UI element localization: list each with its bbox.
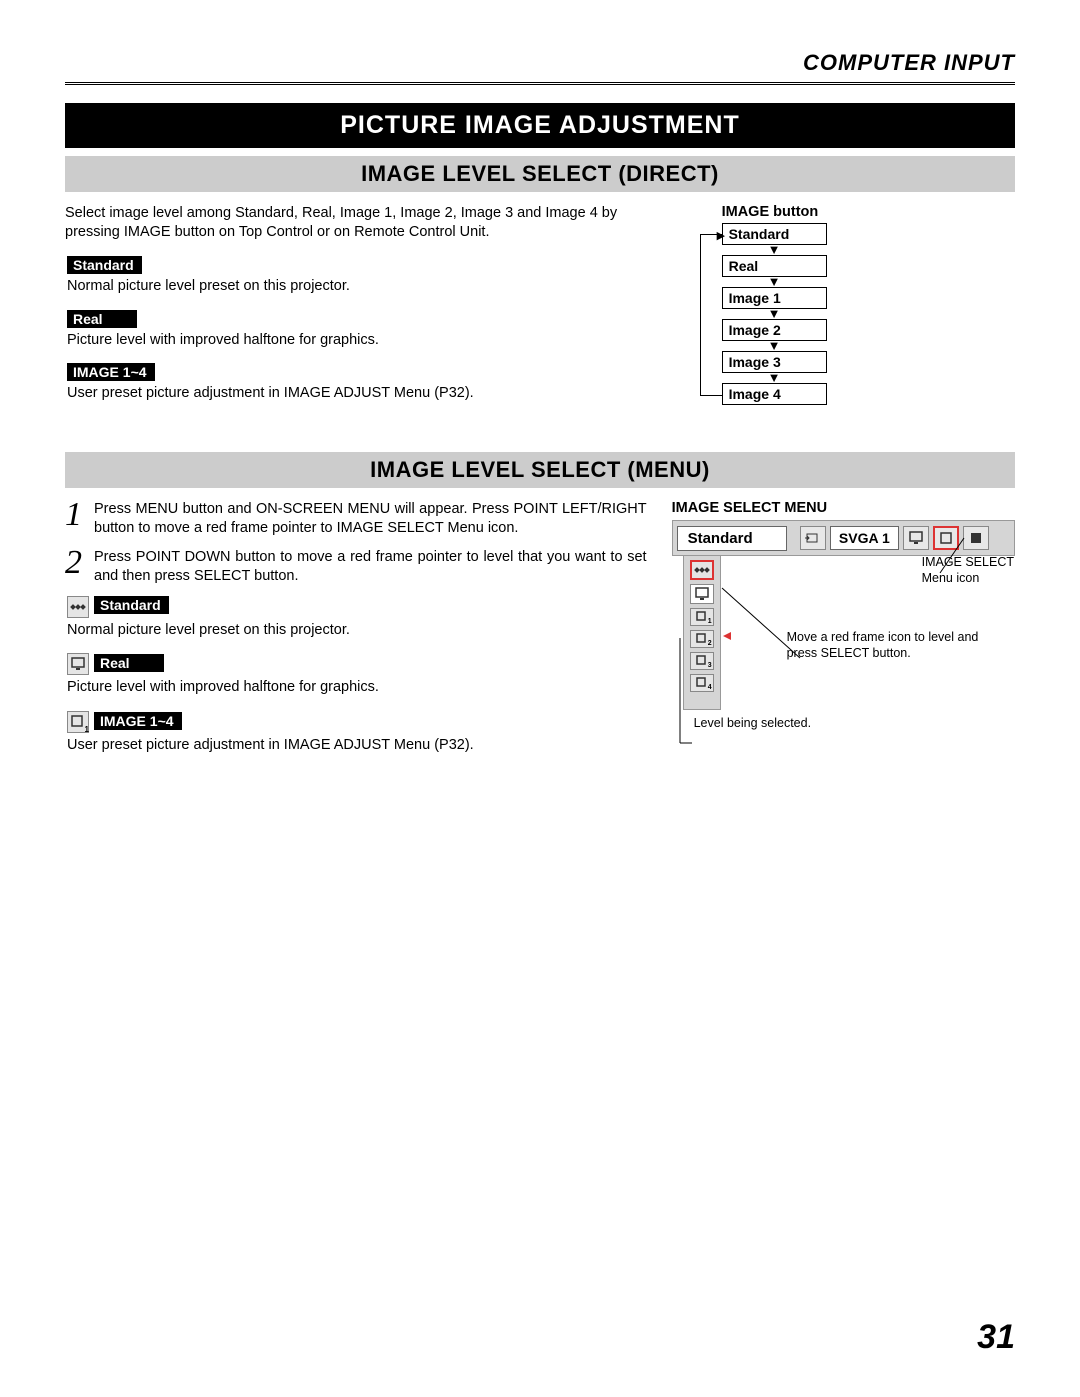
step-2: 2 Press POINT DOWN button to move a red … — [65, 548, 647, 586]
input-icon — [800, 526, 826, 550]
flow-box-image4: Image 4 — [722, 383, 827, 405]
menu-item-standard: Standard Normal picture level preset on … — [67, 596, 647, 640]
settings-menu-icon — [963, 526, 989, 550]
subtitle-menu: IMAGE LEVEL SELECT (MENU) — [65, 452, 1015, 488]
flow-arrow-icon: ▼ — [722, 373, 827, 383]
flow-arrow-icon: ▼ — [722, 309, 827, 319]
page-title: PICTURE IMAGE ADJUSTMENT — [65, 103, 1015, 148]
osd-menu-bar: Standard SVGA 1 — [672, 520, 1015, 556]
diamond-cluster-icon — [67, 596, 89, 618]
level-image2-icon: 2 — [690, 630, 714, 648]
image-select-menu-title: IMAGE SELECT MENU — [672, 500, 1015, 516]
red-cursor-icon — [721, 560, 733, 710]
image-select-menu-icon — [933, 526, 959, 550]
level-image3-icon: 3 — [690, 652, 714, 670]
direct-item-standard: Standard Normal picture level preset on … — [67, 256, 647, 296]
step-number: 1 — [65, 500, 82, 531]
desc-real: Picture level with improved halftone for… — [67, 678, 647, 697]
menu-item-real: Real Picture level with improved halfton… — [67, 653, 647, 697]
label-standard: Standard — [94, 596, 169, 614]
menu-section: 1 Press MENU button and ON-SCREEN MENU w… — [65, 500, 1015, 769]
step-text: Press MENU button and ON-SCREEN MENU wil… — [94, 500, 647, 538]
desc-image14: User preset picture adjustment in IMAGE … — [67, 384, 647, 403]
subtitle-direct: IMAGE LEVEL SELECT (DIRECT) — [65, 156, 1015, 192]
monitor-icon — [67, 653, 89, 675]
level-image4-icon: 4 — [690, 674, 714, 692]
direct-item-image14: IMAGE 1~4 User preset picture adjustment… — [67, 363, 647, 403]
header-section: COMPUTER INPUT — [65, 50, 1015, 85]
svga-label: SVGA 1 — [830, 526, 899, 550]
label-standard: Standard — [67, 256, 142, 274]
desc-standard: Normal picture level preset on this proj… — [67, 621, 647, 640]
menu-item-image14: 1 IMAGE 1~4 User preset picture adjustme… — [67, 711, 647, 755]
flow-arrow-icon: ▼ — [722, 341, 827, 351]
image-button-flow: ▶ Standard ▼ Real ▼ Image 1 ▼ Image 2 ▼ … — [722, 223, 1015, 405]
step-number: 2 — [65, 548, 82, 579]
step-1: 1 Press MENU button and ON-SCREEN MENU w… — [65, 500, 647, 538]
flow-arrow-icon: ▼ — [722, 277, 827, 287]
direct-intro: Select image level among Standard, Real,… — [65, 204, 647, 242]
label-image14: IMAGE 1~4 — [94, 712, 182, 730]
monitor-menu-icon — [903, 526, 929, 550]
desc-real: Picture level with improved halftone for… — [67, 331, 647, 350]
label-real: Real — [94, 654, 164, 672]
menu-mode-label: Standard — [677, 526, 787, 551]
level-standard-icon — [690, 560, 714, 580]
annot-move-frame: Move a red frame icon to level and press… — [787, 630, 987, 661]
label-image14: IMAGE 1~4 — [67, 363, 155, 381]
flow-arrow-icon: ▼ — [722, 245, 827, 255]
level-image1-icon: 1 — [690, 608, 714, 626]
numbered-frame-icon: 1 — [67, 711, 89, 733]
label-real: Real — [67, 310, 137, 328]
level-real-icon — [690, 584, 714, 604]
desc-standard: Normal picture level preset on this proj… — [67, 277, 647, 296]
direct-section: Select image level among Standard, Real,… — [65, 204, 1015, 417]
desc-image14: User preset picture adjustment in IMAGE … — [67, 736, 647, 755]
page-number: 31 — [977, 1318, 1015, 1357]
annot-level-selected: Level being selected. — [694, 716, 811, 732]
direct-item-real: Real Picture level with improved halfton… — [67, 310, 647, 350]
annot-image-select-icon: IMAGE SELECTMenu icon — [922, 555, 1014, 586]
flow-title: IMAGE button — [722, 204, 1015, 220]
step-text: Press POINT DOWN button to move a red fr… — [94, 548, 647, 586]
level-list: 1 2 3 4 — [683, 556, 721, 710]
